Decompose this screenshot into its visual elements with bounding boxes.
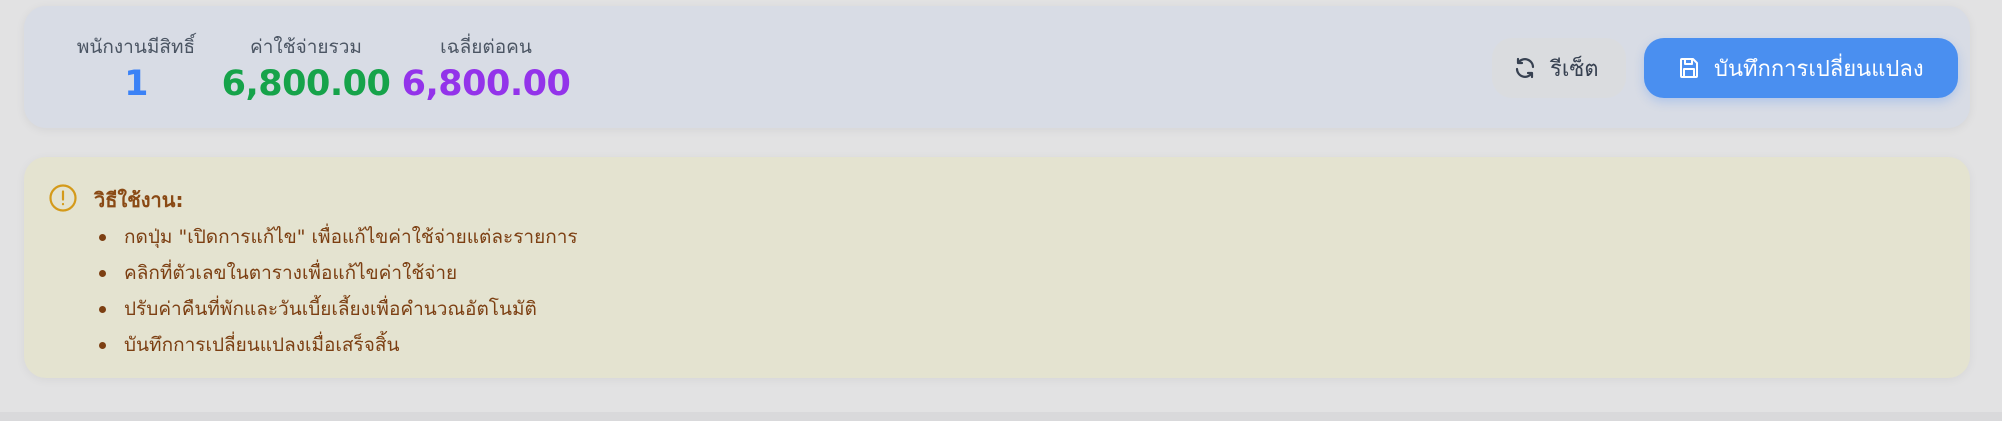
list-item-text: บันทึกการเปลี่ยนแปลงเมื่อเสร็จสิ้น — [124, 334, 400, 356]
list-item: ปรับค่าคืนที่พักและวันเบี้ยเลี้ยงเพื่อคำ… — [94, 291, 578, 327]
stat-label: ค่าใช้จ่ายรวม — [250, 36, 362, 58]
summary-card: พนักงานมีสิทธิ์ 1 ค่าใช้จ่ายรวม 6,800.00… — [24, 6, 1970, 128]
save-button-label: บันทึกการเปลี่ยนแปลง — [1714, 56, 1924, 82]
list-item-text: คลิกที่ตัวเลขในตารางเพื่อแก้ไขค่าใช้จ่าย — [124, 262, 458, 284]
stat-value: 1 — [124, 64, 148, 104]
reset-button-label: รีเซ็ต — [1550, 56, 1599, 82]
bullet-dot — [99, 342, 106, 349]
list-item: กดปุ่ม "เปิดการแก้ไข" เพื่อแก้ไขค่าใช้จ่… — [94, 219, 578, 255]
instructions-panel: วิธีใช้งาน: กดปุ่ม "เปิดการแก้ไข" เพื่อแ… — [24, 157, 1970, 378]
bullet-dot — [99, 234, 106, 241]
list-item-text: กดปุ่ม "เปิดการแก้ไข" เพื่อแก้ไขค่าใช้จ่… — [124, 226, 578, 248]
alert-circle-icon — [48, 183, 78, 213]
list-item: บันทึกการเปลี่ยนแปลงเมื่อเสร็จสิ้น — [94, 327, 578, 363]
bullet-dot — [99, 270, 106, 277]
instructions-list: กดปุ่ม "เปิดการแก้ไข" เพื่อแก้ไขค่าใช้จ่… — [94, 219, 578, 363]
stat-label: เฉลี่ยต่อคน — [440, 36, 532, 58]
save-icon — [1676, 55, 1702, 81]
next-section-edge — [0, 412, 2002, 421]
stat-label: พนักงานมีสิทธิ์ — [76, 36, 196, 58]
save-button[interactable]: บันทึกการเปลี่ยนแปลง — [1644, 38, 1958, 98]
list-item: คลิกที่ตัวเลขในตารางเพื่อแก้ไขค่าใช้จ่าย — [94, 255, 578, 291]
reset-button[interactable]: รีเซ็ต — [1492, 38, 1626, 98]
stat-value: 6,800.00 — [221, 64, 391, 104]
bullet-dot — [99, 306, 106, 313]
refresh-icon — [1512, 55, 1538, 81]
instructions-title: วิธีใช้งาน: — [94, 188, 184, 212]
list-item-text: ปรับค่าคืนที่พักและวันเบี้ยเลี้ยงเพื่อคำ… — [124, 298, 537, 320]
stat-value: 6,800.00 — [401, 64, 571, 104]
